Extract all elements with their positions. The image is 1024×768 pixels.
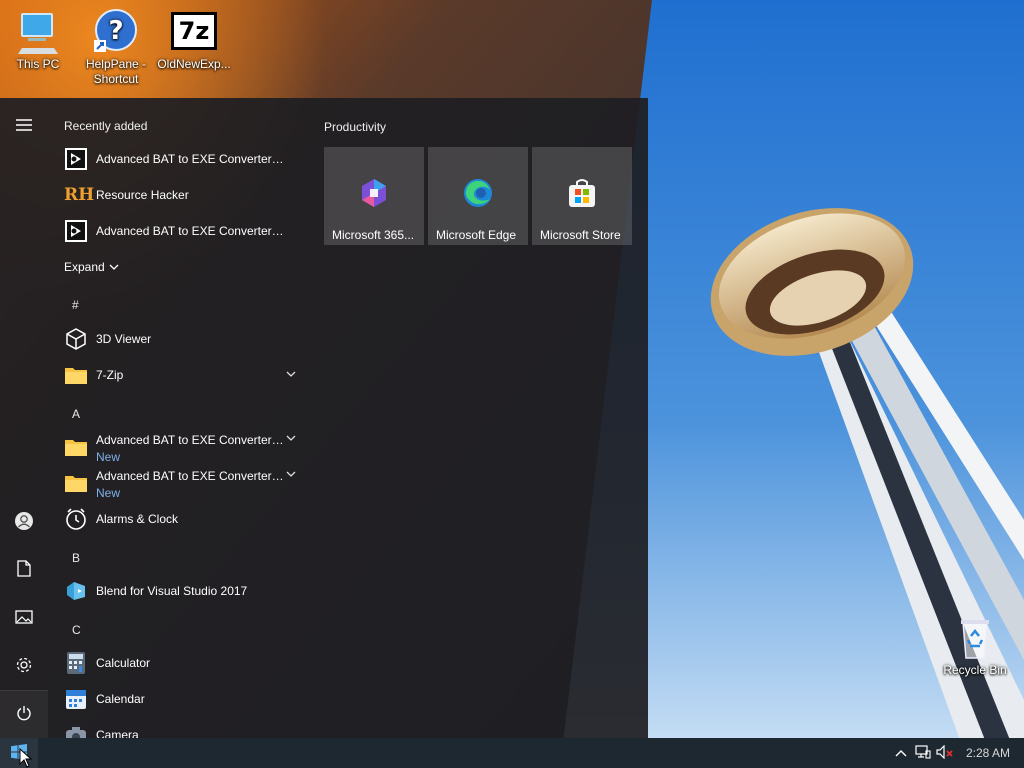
7zip-icon: 7z: [171, 12, 217, 50]
volume-muted-icon: [936, 744, 954, 762]
show-hidden-icons-button[interactable]: [890, 738, 912, 768]
user-account-button[interactable]: [0, 498, 48, 546]
start-tiles: Productivity Microsoft 365... Microsoft …: [324, 98, 644, 738]
app-name: Advanced BAT to EXE Converter v4.52: [96, 152, 284, 166]
bat-converter-icon: [64, 147, 88, 171]
gear-icon: [15, 656, 33, 677]
folder-icon: [64, 471, 88, 495]
tile-microsoft-365[interactable]: Microsoft 365...: [324, 147, 424, 245]
desktop-icon-helppane[interactable]: ? HelpPane - Shortcut: [78, 8, 154, 87]
app-name: Resource Hacker: [96, 188, 189, 202]
tile-label: Microsoft 365...: [332, 228, 415, 242]
folder-icon: [64, 363, 88, 387]
power-icon: [16, 705, 32, 724]
network-button[interactable]: [912, 738, 934, 768]
microsoft-365-icon: [358, 177, 390, 209]
edge-icon: [462, 177, 494, 209]
app-name: Calculator: [96, 656, 151, 670]
help-icon: ?: [92, 8, 140, 56]
desktop-icon-label: HelpPane - Shortcut: [85, 57, 147, 86]
app-name: Blend for Visual Studio 2017: [96, 584, 248, 598]
letter-header-a[interactable]: A: [72, 407, 80, 421]
app-name: Advanced BAT to EXE Converter v...: [96, 469, 284, 483]
recent-app-bat-converter-461[interactable]: Advanced BAT to EXE Converter v4.61: [62, 213, 304, 249]
chevron-down-icon: [284, 367, 298, 381]
computer-icon: [14, 8, 62, 56]
app-calendar[interactable]: Calendar: [62, 681, 304, 717]
folder-icon: [64, 435, 88, 459]
network-icon: [915, 744, 931, 762]
recent-app-bat-converter-452[interactable]: Advanced BAT to EXE Converter v4.52: [62, 141, 304, 177]
calendar-icon: [64, 687, 88, 711]
app-3d-viewer[interactable]: 3D Viewer: [62, 321, 304, 357]
desktop-icon-recycle-bin[interactable]: Recycle Bin: [937, 614, 1013, 678]
cube-icon: [64, 327, 88, 351]
desktop-icon-label: This PC: [16, 57, 60, 71]
expand-recent-button[interactable]: Expand: [64, 260, 119, 274]
store-icon: [566, 177, 598, 209]
app-name: 3D Viewer: [96, 332, 152, 346]
start-menu: Recently added Advanced BAT to EXE Conve…: [0, 98, 648, 738]
tile-microsoft-edge[interactable]: Microsoft Edge: [428, 147, 528, 245]
system-tray: 2:28 AM: [890, 738, 1024, 768]
letter-header-hash[interactable]: #: [72, 298, 79, 312]
chevron-down-icon: [284, 467, 298, 481]
volume-button[interactable]: [934, 738, 956, 768]
svg-text:?: ?: [108, 16, 123, 46]
document-icon: [17, 560, 31, 580]
recycle-bin-icon: [951, 614, 999, 662]
app-name: Calendar: [96, 692, 145, 706]
pictures-icon: [15, 609, 33, 627]
tile-microsoft-store[interactable]: Microsoft Store: [532, 147, 632, 245]
settings-button[interactable]: [0, 642, 48, 690]
hamburger-menu-button[interactable]: [0, 102, 48, 150]
start-app-list: Recently added Advanced BAT to EXE Conve…: [48, 98, 308, 738]
new-badge: New: [96, 450, 121, 464]
power-button[interactable]: [0, 690, 48, 738]
app-name: Camera: [96, 728, 139, 738]
blend-icon: [64, 579, 88, 603]
letter-header-c[interactable]: C: [72, 623, 81, 637]
recently-added-heading: Recently added: [64, 119, 148, 133]
app-folder-bat-converter-2[interactable]: Advanced BAT to EXE Converter v... New: [62, 465, 304, 501]
new-badge: New: [96, 486, 121, 500]
mouse-cursor-icon: [19, 748, 33, 768]
alarm-clock-icon: [64, 507, 88, 531]
recent-app-resource-hacker[interactable]: RH Resource Hacker: [62, 177, 304, 213]
app-name: 7-Zip: [96, 368, 124, 382]
tile-label: Microsoft Store: [540, 228, 621, 242]
desktop-icon-label: Recycle Bin: [943, 663, 1007, 677]
taskbar-clock[interactable]: 2:28 AM: [956, 746, 1024, 760]
tile-group-title[interactable]: Productivity: [324, 120, 386, 134]
pictures-button[interactable]: [0, 594, 48, 642]
app-folder-7zip[interactable]: 7-Zip: [62, 357, 304, 393]
app-name: Advanced BAT to EXE Converter v...: [96, 433, 284, 447]
taskbar: 2:28 AM: [0, 738, 1024, 768]
desktop-icon-label: OldNewExp...: [157, 57, 231, 71]
app-name: Advanced BAT to EXE Converter v4.61: [96, 224, 284, 238]
app-blend-vs2017[interactable]: Blend for Visual Studio 2017: [62, 573, 304, 609]
tile-label: Microsoft Edge: [436, 228, 517, 242]
letter-header-b[interactable]: B: [72, 551, 80, 565]
start-menu-rail: [0, 98, 48, 738]
expand-label: Expand: [64, 260, 105, 274]
chevron-up-icon: [895, 746, 907, 760]
desktop-icon-this-pc[interactable]: This PC: [0, 8, 76, 72]
app-camera[interactable]: Camera: [62, 717, 304, 738]
documents-button[interactable]: [0, 546, 48, 594]
chevron-down-icon: [284, 431, 298, 445]
app-folder-bat-converter-1[interactable]: Advanced BAT to EXE Converter v... New: [62, 429, 304, 465]
app-name: Alarms & Clock: [96, 512, 179, 526]
hamburger-icon: [16, 118, 32, 134]
app-alarms-clock[interactable]: Alarms & Clock: [62, 501, 304, 537]
camera-icon: [64, 723, 88, 738]
calculator-icon: [64, 651, 88, 675]
bat-converter-icon: [64, 219, 88, 243]
app-calculator[interactable]: Calculator: [62, 645, 304, 681]
desktop-icon-oldnewexp[interactable]: 7z OldNewExp...: [156, 8, 232, 72]
resource-hacker-icon: RH: [64, 185, 95, 205]
user-avatar-icon: [14, 511, 34, 534]
chevron-down-icon: [109, 260, 119, 274]
